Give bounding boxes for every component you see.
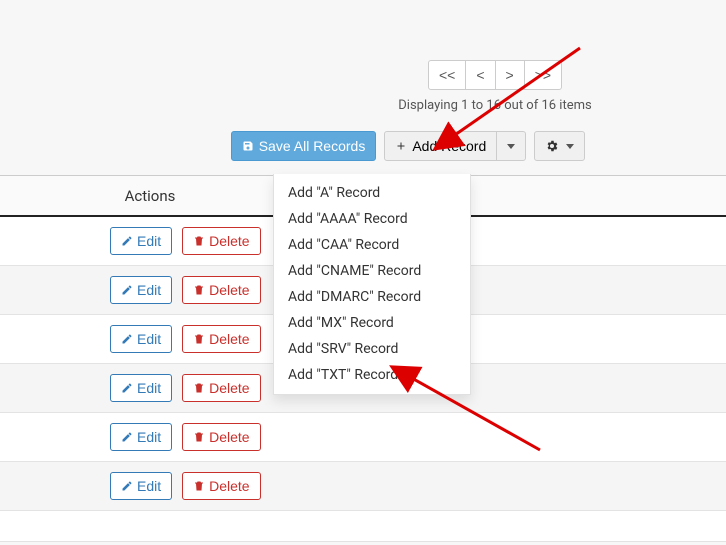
edit-button[interactable]: Edit — [110, 325, 172, 353]
delete-label: Delete — [209, 331, 249, 347]
edit-label: Edit — [137, 478, 161, 494]
edit-button[interactable]: Edit — [110, 374, 172, 402]
plus-icon — [395, 140, 407, 152]
edit-button[interactable]: Edit — [110, 227, 172, 255]
edit-button[interactable]: Edit — [110, 276, 172, 304]
trash-icon — [193, 235, 205, 247]
pager-status: Displaying 1 to 16 out of 16 items — [0, 98, 726, 113]
trash-icon — [193, 284, 205, 296]
column-header-actions: Actions — [20, 187, 280, 205]
actions-cell: Edit Delete — [0, 217, 260, 265]
dropdown-item-a[interactable]: Add "A" Record — [274, 180, 470, 206]
dropdown-item-srv[interactable]: Add "SRV" Record — [274, 336, 470, 362]
add-record-dropdown-toggle[interactable] — [496, 131, 526, 161]
delete-label: Delete — [209, 282, 249, 298]
pencil-icon — [121, 284, 133, 296]
table-row — [0, 511, 726, 542]
edit-label: Edit — [137, 282, 161, 298]
pager-first-button[interactable]: << — [428, 60, 466, 90]
chevron-down-icon — [566, 144, 574, 149]
edit-label: Edit — [137, 233, 161, 249]
delete-button[interactable]: Delete — [182, 227, 260, 255]
delete-label: Delete — [209, 380, 249, 396]
edit-label: Edit — [137, 380, 161, 396]
edit-label: Edit — [137, 429, 161, 445]
actions-cell — [0, 511, 260, 541]
delete-button[interactable]: Delete — [182, 374, 260, 402]
pager-next-button[interactable]: > — [495, 60, 525, 90]
actions-cell: Edit Delete — [0, 462, 260, 510]
trash-icon — [193, 480, 205, 492]
dropdown-item-txt[interactable]: Add "TXT" Record — [274, 362, 470, 388]
save-all-button[interactable]: Save All Records — [231, 131, 377, 161]
pager-last-button[interactable]: >> — [524, 60, 562, 90]
pencil-icon — [121, 235, 133, 247]
actions-cell: Edit Delete — [0, 364, 260, 412]
dropdown-item-aaaa[interactable]: Add "AAAA" Record — [274, 206, 470, 232]
delete-button[interactable]: Delete — [182, 423, 260, 451]
delete-label: Delete — [209, 478, 249, 494]
pencil-icon — [121, 333, 133, 345]
edit-button[interactable]: Edit — [110, 423, 172, 451]
dropdown-item-caa[interactable]: Add "CAA" Record — [274, 232, 470, 258]
table-row: Edit Delete — [0, 413, 726, 462]
table-row: Edit Delete — [0, 462, 726, 511]
chevron-down-icon — [507, 144, 515, 149]
dropdown-item-cname[interactable]: Add "CNAME" Record — [274, 258, 470, 284]
add-record-dropdown: Add "A" Record Add "AAAA" Record Add "CA… — [273, 174, 471, 395]
pager-prev-button[interactable]: < — [465, 60, 495, 90]
delete-button[interactable]: Delete — [182, 276, 260, 304]
actions-cell: Edit Delete — [0, 315, 260, 363]
actions-cell: Edit Delete — [0, 266, 260, 314]
delete-label: Delete — [209, 233, 249, 249]
dropdown-item-mx[interactable]: Add "MX" Record — [274, 310, 470, 336]
dropdown-item-dmarc[interactable]: Add "DMARC" Record — [274, 284, 470, 310]
trash-icon — [193, 333, 205, 345]
add-record-group: Add Record — [384, 131, 526, 161]
add-record-button[interactable]: Add Record — [384, 131, 497, 161]
edit-label: Edit — [137, 331, 161, 347]
save-icon — [242, 140, 254, 152]
pencil-icon — [121, 431, 133, 443]
save-all-label: Save All Records — [259, 138, 366, 154]
add-record-label: Add Record — [412, 138, 486, 154]
trash-icon — [193, 382, 205, 394]
delete-button[interactable]: Delete — [182, 472, 260, 500]
actions-cell: Edit Delete — [0, 413, 260, 461]
pencil-icon — [121, 480, 133, 492]
pager-group: << < > >> — [428, 60, 562, 90]
pencil-icon — [121, 382, 133, 394]
trash-icon — [193, 431, 205, 443]
edit-button[interactable]: Edit — [110, 472, 172, 500]
settings-button[interactable] — [534, 131, 585, 161]
delete-button[interactable]: Delete — [182, 325, 260, 353]
gear-icon — [545, 139, 559, 153]
toolbar: Save All Records Add Record — [0, 131, 726, 161]
pager-row: << < > >> — [0, 60, 726, 90]
delete-label: Delete — [209, 429, 249, 445]
